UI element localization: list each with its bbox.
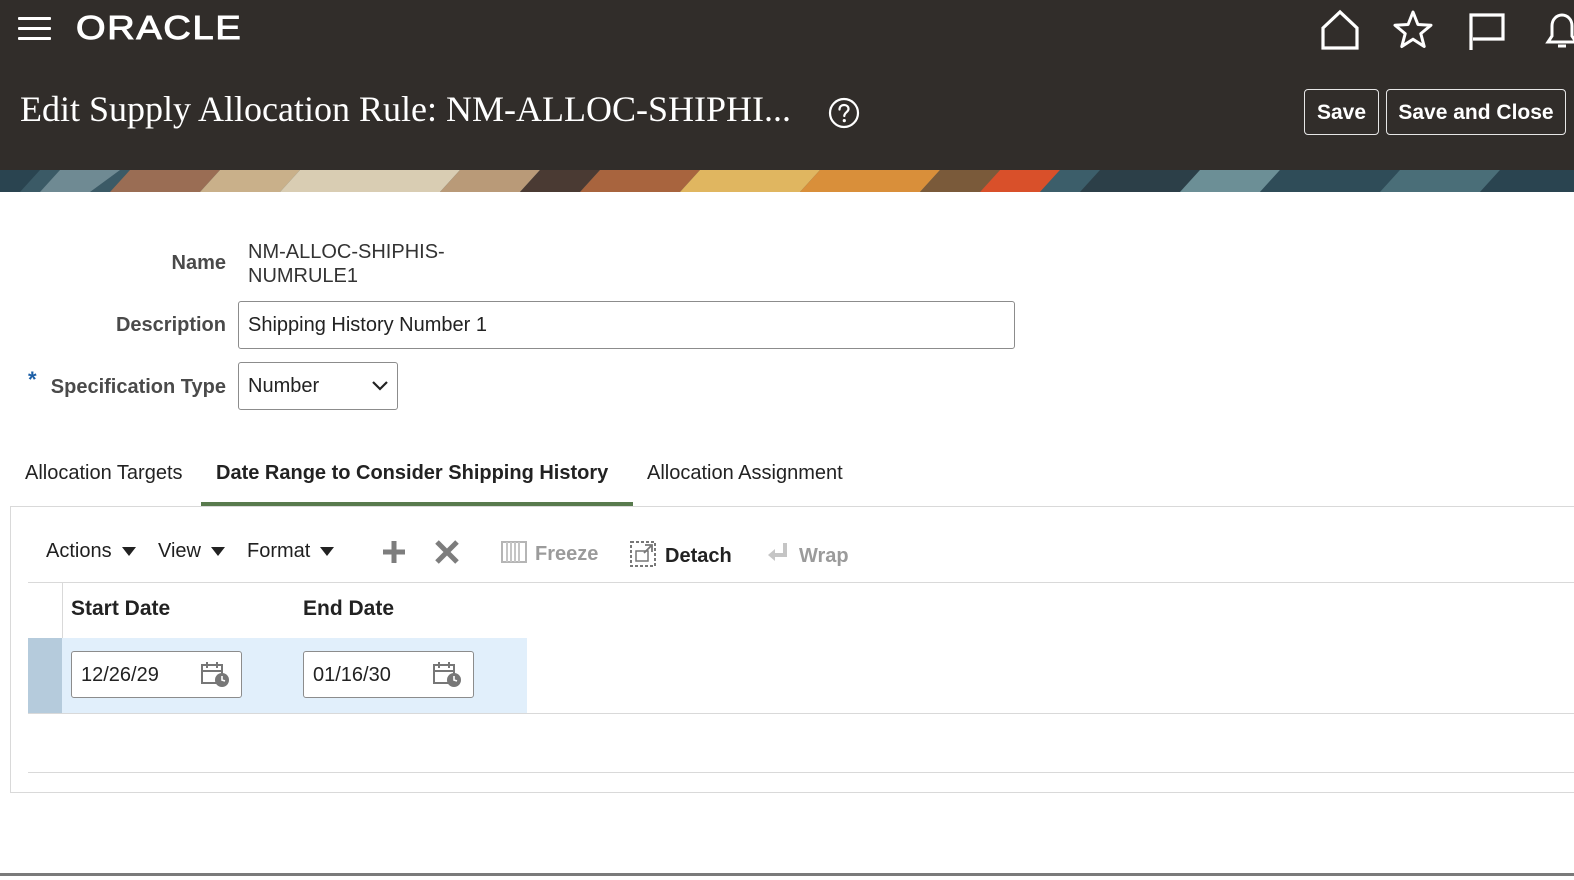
home-icon[interactable] [1318, 8, 1362, 52]
bottom-scrollbar[interactable] [0, 873, 1574, 876]
name-value-line2: NUMRULE1 [248, 265, 359, 287]
wrap-button[interactable]: Wrap [765, 540, 849, 568]
star-icon[interactable] [1391, 8, 1435, 52]
name-label: Name [171, 252, 226, 274]
decorative-banner [0, 170, 1574, 192]
wrap-icon [768, 543, 787, 561]
row-divider [28, 713, 1574, 714]
add-row-button[interactable] [380, 538, 408, 572]
format-menu[interactable]: Format [247, 540, 335, 563]
detach-button[interactable]: Detach [629, 540, 732, 568]
table-footer-divider [28, 772, 1574, 773]
detach-icon [630, 541, 656, 567]
view-menu[interactable]: View [158, 540, 225, 563]
help-icon[interactable] [828, 97, 860, 129]
wrap-label: Wrap [799, 545, 849, 567]
view-label: View [158, 540, 201, 562]
specification-type-value: Number [248, 375, 320, 397]
tab-date-range[interactable]: Date Range to Consider Shipping History [216, 462, 608, 485]
save-and-close-label: Save and Close [1398, 101, 1554, 124]
delete-row-button[interactable] [433, 538, 461, 572]
freeze-label: Freeze [535, 543, 599, 565]
start-date-value: 12/26/29 [81, 664, 159, 686]
flag-icon[interactable] [1465, 8, 1509, 52]
calendar-icon[interactable] [201, 661, 231, 689]
column-header-start-date[interactable]: Start Date [71, 597, 170, 621]
oracle-logo[interactable]: ORACLE [75, 9, 242, 47]
required-marker: * [28, 367, 37, 392]
detach-label: Detach [665, 545, 732, 567]
delete-x-icon [435, 540, 459, 564]
actions-menu[interactable]: Actions [46, 540, 136, 563]
tab-allocation-assignment[interactable]: Allocation Assignment [647, 462, 843, 485]
name-value-line1: NM-ALLOC-SHIPHIS- [248, 241, 445, 263]
bell-icon[interactable] [1540, 8, 1574, 52]
end-date-input[interactable]: 01/16/30 [303, 651, 474, 698]
freeze-icon [501, 541, 527, 563]
page-title: Edit Supply Allocation Rule: NM-ALLOC-SH… [20, 89, 791, 129]
column-header-end-date[interactable]: End Date [303, 597, 394, 621]
tab-allocation-targets[interactable]: Allocation Targets [25, 462, 183, 485]
description-label: Description [115, 314, 226, 336]
toolbar-divider [28, 582, 1574, 583]
caret-down-icon [320, 547, 335, 557]
global-header: ORACLE Edit Supply Allocation Rule: NM-A… [0, 0, 1574, 170]
save-button[interactable]: Save [1304, 89, 1379, 135]
column-divider [62, 583, 63, 638]
menu-icon[interactable] [18, 15, 52, 43]
start-date-input[interactable]: 12/26/29 [71, 651, 242, 698]
calendar-icon[interactable] [433, 661, 463, 689]
plus-icon [383, 541, 405, 563]
end-date-value: 01/16/30 [313, 664, 391, 686]
actions-label: Actions [46, 540, 112, 562]
row-selector[interactable] [28, 638, 62, 713]
save-and-close-button[interactable]: Save and Close [1386, 89, 1566, 135]
format-label: Format [247, 540, 311, 562]
description-field[interactable]: Shipping History Number 1 [238, 301, 1015, 349]
caret-down-icon [121, 547, 136, 557]
freeze-button[interactable]: Freeze [501, 540, 598, 566]
specification-type-label: Specification Type [50, 376, 226, 398]
caret-down-icon [211, 547, 225, 557]
name-value: NM-ALLOC-SHIPHIS- NUMRULE1 [248, 240, 445, 288]
specification-type-select[interactable]: Number [238, 362, 398, 410]
chevron-down-icon [372, 381, 388, 391]
